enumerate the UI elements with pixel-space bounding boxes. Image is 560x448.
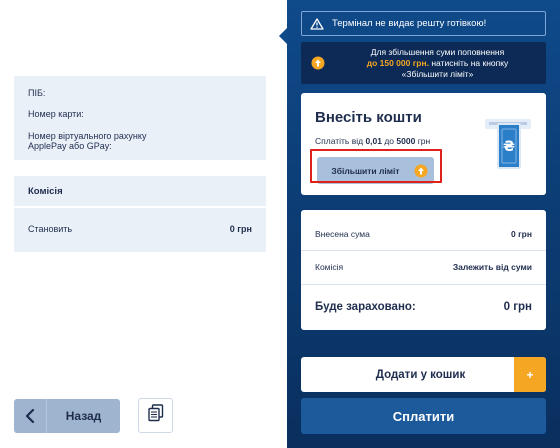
deposited-row: Внесена сума 0 грн [315,229,532,239]
deposit-range: Сплатіть від 0,01 до 5000 грн [315,136,430,146]
increase-limit-button[interactable]: Збільшити ліміт [317,157,434,184]
credited-row: Буде зараховано: 0 грн [315,301,532,313]
divider [301,284,546,285]
card-number-label: Номер карти: [28,109,84,119]
range-prefix: Сплатіть від [315,136,366,146]
no-change-warning: Термінал не видає решту готівкою! [301,11,546,36]
range-min: 0,01 [365,136,382,146]
credited-value: 0 грн [503,301,532,313]
svg-text:₴: ₴ [503,139,515,155]
chevron-left-icon [14,399,46,433]
pay-button[interactable]: Сплатити [301,398,546,434]
range-max: 5000 [396,136,416,146]
cash-terminal-icon: ₴ [485,119,531,169]
commission-title: Комісія [28,186,63,197]
blurred-title [8,14,222,54]
limit-note-line2: натисніть на кнопку [428,57,509,68]
left-pane: ПІБ: Номер карти: Номер віртуального рах… [0,0,287,448]
warning-text: Термінал не видає решту готівкою! [332,18,487,29]
summary-card: Внесена сума 0 грн Комісія Залежить від … [301,210,546,330]
limit-note-highlight: до 150 000 грн. [366,57,429,68]
arrow-up-icon [301,56,335,70]
divider [14,206,266,208]
back-button[interactable]: Назад [14,399,120,433]
credited-label: Буде зараховано: [315,301,416,313]
summary-commission-label: Комісія [315,262,344,272]
commission-amount-label: Становить [28,224,73,234]
warning-icon [302,17,332,30]
limit-note-line1: Для збільшення суми поповнення [370,46,505,57]
virtual-account-label-line2: ApplePay або GPay: [28,141,112,151]
range-mid: до [381,136,397,146]
deposited-label: Внесена сума [315,229,370,239]
copy-button[interactable] [138,398,173,433]
commission-card: Комісія Становить 0 грн [14,176,266,252]
deposit-title: Внесіть кошти [315,109,422,126]
increase-limit-label: Збільшити ліміт [331,165,400,176]
deposited-value: 0 грн [511,229,532,239]
add-to-cart-label: Додати у кошик [375,368,466,381]
limit-info-banner: Для збільшення суми поповнення до 150 00… [301,42,546,84]
add-to-cart-button[interactable]: Додати у кошик + [301,357,546,392]
payment-panel: Термінал не видає решту готівкою! Для зб… [279,0,560,448]
limit-note-line3: «Збільшити ліміт» [401,68,474,79]
plus-icon: + [514,357,546,392]
full-name-label: ПІБ: [28,88,46,98]
range-suffix: грн [415,136,431,146]
recipient-info-card: ПІБ: Номер карти: Номер віртуального рах… [14,76,266,160]
summary-commission-value: Залежить від суми [452,262,532,272]
commission-amount-value: 0 грн [229,224,252,234]
back-button-label: Назад [65,409,102,423]
virtual-account-label-line1: Номер віртуального рахунку [28,131,147,141]
divider [301,250,546,251]
commission-row: Комісія Залежить від суми [315,262,532,272]
copy-icon [147,404,164,427]
panel-notch [279,28,287,44]
arrow-up-icon [408,164,434,178]
